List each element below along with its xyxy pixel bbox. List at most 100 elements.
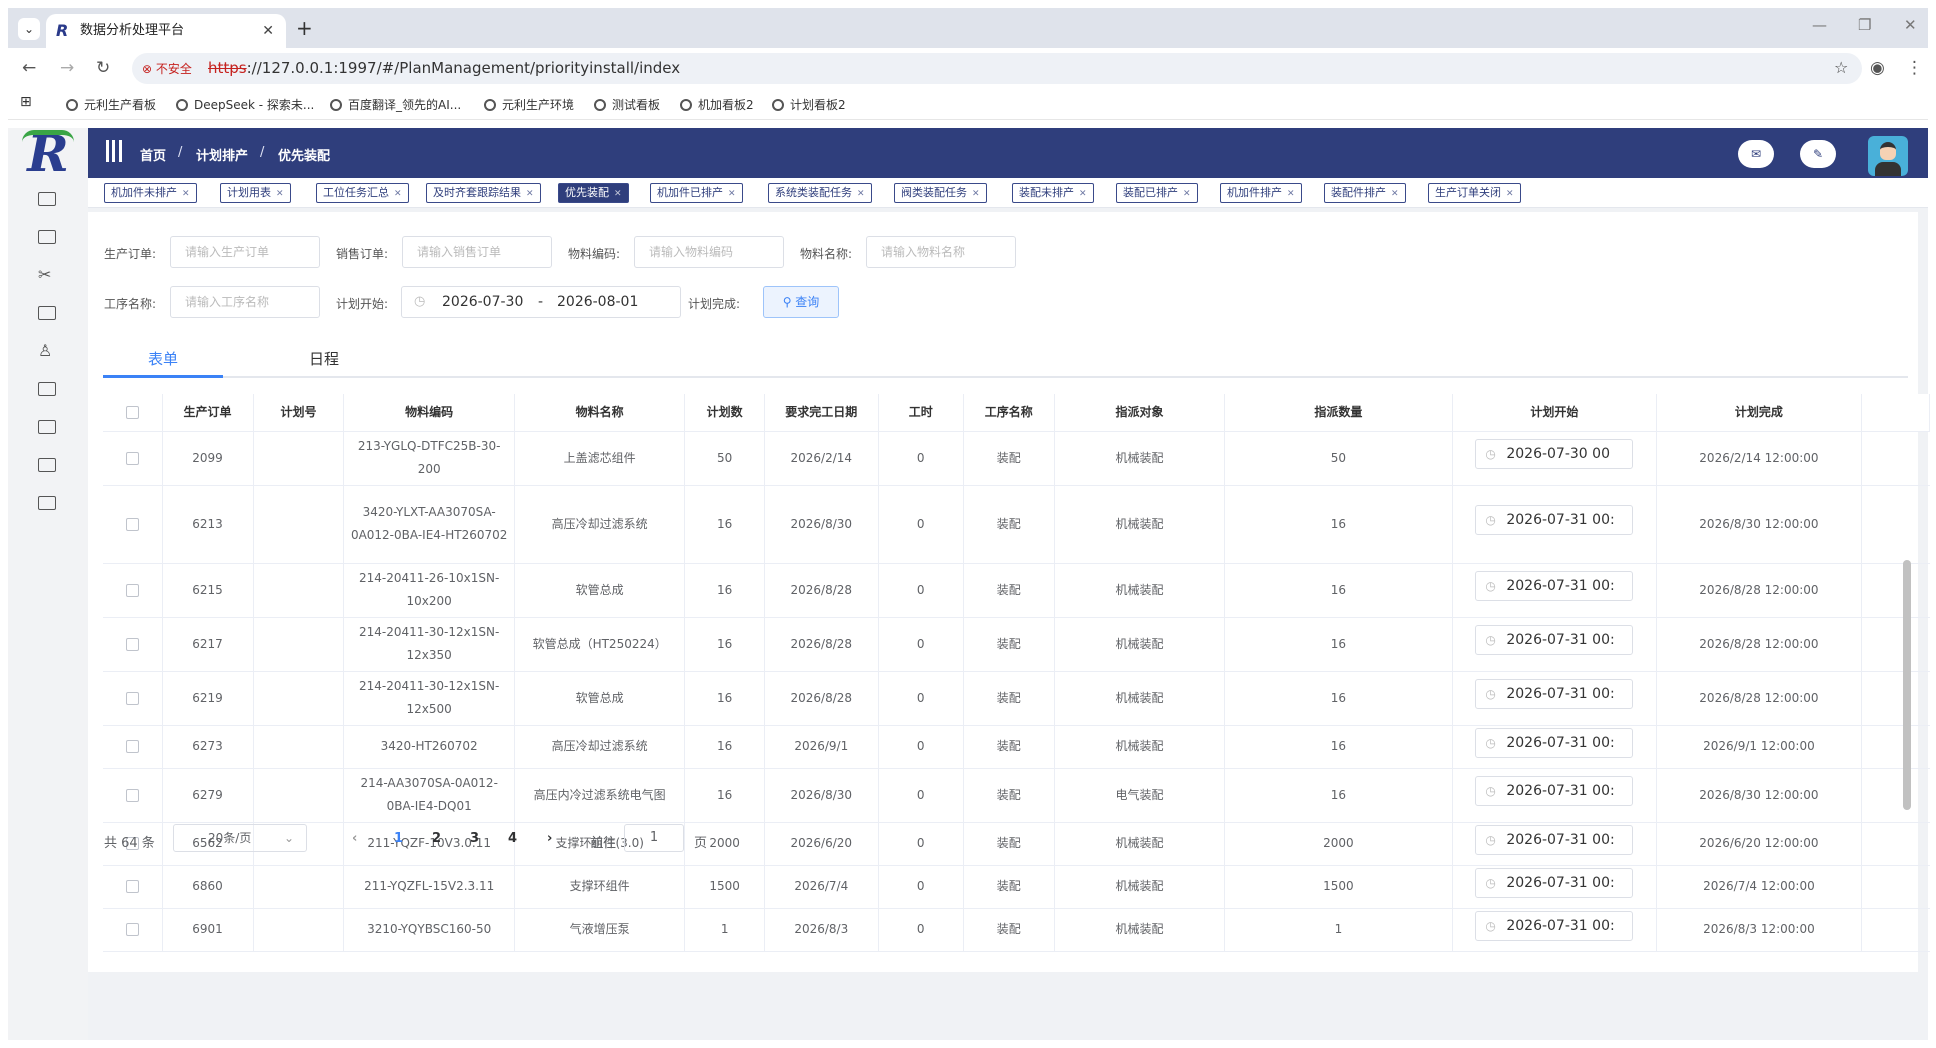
row-select-cell[interactable] — [103, 563, 163, 618]
plan-start-picker[interactable]: 2026-07-30 00 — [1475, 439, 1634, 469]
column-header[interactable]: 指派数量 — [1224, 394, 1453, 432]
tag-item[interactable]: 阀类装配任务 ✕ — [894, 183, 987, 203]
printer-icon[interactable] — [38, 382, 56, 396]
tag-item[interactable]: 计划用表 ✕ — [220, 183, 291, 203]
row-select-cell[interactable] — [103, 908, 163, 952]
row-checkbox[interactable] — [125, 880, 139, 893]
row-select-cell[interactable] — [103, 725, 163, 769]
browser-tab[interactable]: R 数据分析处理平台 ✕ — [46, 14, 286, 48]
tab-form[interactable]: 表单 — [148, 348, 178, 369]
tag-item[interactable]: 生产订单关闭 ✕ — [1428, 183, 1521, 203]
table-scrollbar[interactable] — [1903, 560, 1911, 810]
goto-page-input[interactable]: 1 — [624, 824, 684, 852]
tag-item[interactable]: 机加件未排产 ✕ — [104, 183, 197, 203]
row-select-cell[interactable] — [103, 617, 163, 672]
tag-close-icon[interactable]: ✕ — [728, 189, 736, 199]
bookmark-item[interactable]: DeepSeek - 探索未... — [176, 96, 314, 113]
table-row[interactable]: 6219 214-20411-30-12x1SN-12x500 软管总成 16 2026… — [103, 671, 1930, 726]
row-select-cell[interactable] — [103, 671, 163, 726]
mail-icon[interactable]: ✉ — [1738, 140, 1774, 168]
close-window-icon[interactable]: ✕ — [1904, 16, 1917, 34]
row-select-cell[interactable] — [103, 431, 163, 486]
tag-close-icon[interactable]: ✕ — [276, 189, 284, 199]
row-checkbox[interactable] — [125, 740, 139, 753]
column-header[interactable]: 物料名称 — [514, 394, 686, 432]
sales-order-input[interactable]: 请输入销售订单 — [402, 236, 552, 268]
tag-close-icon[interactable]: ✕ — [182, 189, 190, 199]
bookmark-item[interactable]: 计划看板2 — [772, 96, 846, 113]
row-select-cell[interactable] — [103, 485, 163, 564]
tag-close-icon[interactable]: ✕ — [857, 189, 865, 199]
menu-toggle-icon[interactable] — [106, 140, 122, 162]
edit-icon[interactable]: ✎ — [1800, 140, 1836, 168]
document-icon[interactable] — [38, 230, 56, 244]
next-page-icon[interactable]: › — [547, 831, 552, 846]
plan-start-picker[interactable]: 2026-07-31 00: — [1475, 571, 1634, 601]
tab-schedule[interactable]: 日程 — [309, 348, 339, 369]
select-all-cell[interactable] — [103, 394, 163, 432]
row-checkbox[interactable] — [125, 788, 139, 802]
tag-close-icon[interactable]: ✕ — [614, 189, 622, 199]
process-name-input[interactable]: 请输入工序名称 — [170, 286, 320, 318]
material-code-input[interactable]: 请输入物料编码 — [634, 236, 784, 268]
column-header[interactable]: 要求完工日期 — [764, 394, 879, 432]
column-header[interactable]: 指派对象 — [1054, 394, 1226, 432]
table-row[interactable]: 6901 3210-YQYBSC160-50 气液增压泵 1 2026/8/3 0 装配 机械… — [103, 908, 1930, 952]
tag-close-icon[interactable]: ✕ — [394, 189, 402, 199]
table-row[interactable]: 6213 3420-YLXT-AA3070SA-0A012-0BA-IE4-HT2… — [103, 485, 1930, 564]
row-checkbox[interactable] — [125, 583, 139, 597]
row-checkbox[interactable] — [125, 923, 139, 936]
plan-start-picker[interactable]: 2026-07-31 00: — [1475, 776, 1634, 806]
row-checkbox[interactable] — [125, 637, 139, 651]
plan-start-picker[interactable]: 2026-07-31 00: — [1475, 505, 1634, 535]
address-bar[interactable]: ⊗ 不安全 https://127.0.0.1:1997/#/PlanManag… — [132, 53, 1862, 84]
tag-item[interactable]: 装配未排产 ✕ — [1012, 183, 1094, 203]
close-tab-icon[interactable]: ✕ — [262, 14, 274, 48]
page-number[interactable]: 4 — [508, 831, 517, 846]
tag-item-active[interactable]: 优先装配 ✕ — [558, 183, 629, 203]
page-size-select[interactable]: 20条/页 ⌄ — [173, 824, 307, 852]
tag-close-icon[interactable]: ✕ — [1287, 189, 1295, 199]
plan-start-picker[interactable]: 2026-07-31 00: — [1475, 824, 1634, 855]
select-all-checkbox[interactable] — [125, 405, 139, 419]
tools-icon[interactable]: ✂ — [38, 267, 56, 283]
bookmark-item[interactable]: 机加看板2 — [680, 96, 754, 113]
row-select-cell[interactable] — [103, 865, 163, 909]
back-icon[interactable]: ← — [22, 58, 36, 78]
bookmark-item[interactable]: 元利生产看板 — [66, 96, 156, 113]
monitor-icon[interactable] — [38, 192, 56, 206]
minimize-icon[interactable]: — — [1812, 16, 1827, 34]
bookmark-item[interactable]: 元利生产环境 — [484, 96, 574, 113]
row-checkbox[interactable] — [125, 691, 139, 705]
tag-item[interactable]: 机加件排产 ✕ — [1220, 183, 1302, 203]
reload-icon[interactable]: ↻ — [96, 58, 110, 78]
table-row[interactable]: 6562 211-YQZF-10V3.0.11 支撑环组件(3.0) 2000 2026… — [103, 822, 1930, 866]
breadcrumb-home[interactable]: 首页 — [140, 145, 166, 164]
page-number-current[interactable]: 1 — [394, 831, 403, 846]
avatar[interactable] — [1868, 136, 1908, 176]
tag-close-icon[interactable]: ✕ — [1506, 189, 1514, 199]
table-row[interactable]: 6279 214-AA3070SA-0A012-0BA-IE4-DQ01 高压内冷过… — [103, 768, 1930, 823]
forward-icon[interactable]: → — [60, 58, 74, 78]
url-text[interactable]: https://127.0.0.1:1997/#/PlanManagement/… — [208, 59, 680, 77]
table-row[interactable]: 6860 211-YQZFL-15V2.3.11 支撑环组件 1500 2026/7/4… — [103, 865, 1930, 909]
tag-item[interactable]: 装配已排产 ✕ — [1116, 183, 1198, 203]
bookmark-item[interactable]: 测试看板 — [594, 96, 660, 113]
page-number[interactable]: 3 — [470, 831, 479, 846]
column-header[interactable]: 计划数 — [684, 394, 765, 432]
restore-icon[interactable]: ❐ — [1858, 16, 1871, 34]
column-header[interactable]: 物料编码 — [343, 394, 515, 432]
column-header[interactable]: 计划开始 — [1452, 394, 1658, 432]
tab-search-icon[interactable]: ⌄ — [18, 18, 40, 40]
profile-icon[interactable]: ◉ — [1870, 58, 1885, 78]
insecure-badge[interactable]: ⊗ 不安全 — [142, 60, 192, 77]
report-icon[interactable] — [38, 420, 56, 434]
user-icon[interactable]: ♙ — [38, 343, 56, 359]
column-header[interactable]: 工序名称 — [963, 394, 1055, 432]
plan-start-picker[interactable]: 2026-07-31 00: — [1475, 910, 1634, 941]
table-row[interactable]: 6217 214-20411-30-12x1SN-12x350 软管总成（HT250… — [103, 617, 1930, 672]
tag-item[interactable]: 机加件已排产 ✕ — [650, 183, 743, 203]
tag-close-icon[interactable]: ✕ — [1183, 189, 1191, 199]
plan-start-picker[interactable]: 2026-07-31 00: — [1475, 867, 1634, 898]
column-header[interactable]: 工时 — [878, 394, 964, 432]
